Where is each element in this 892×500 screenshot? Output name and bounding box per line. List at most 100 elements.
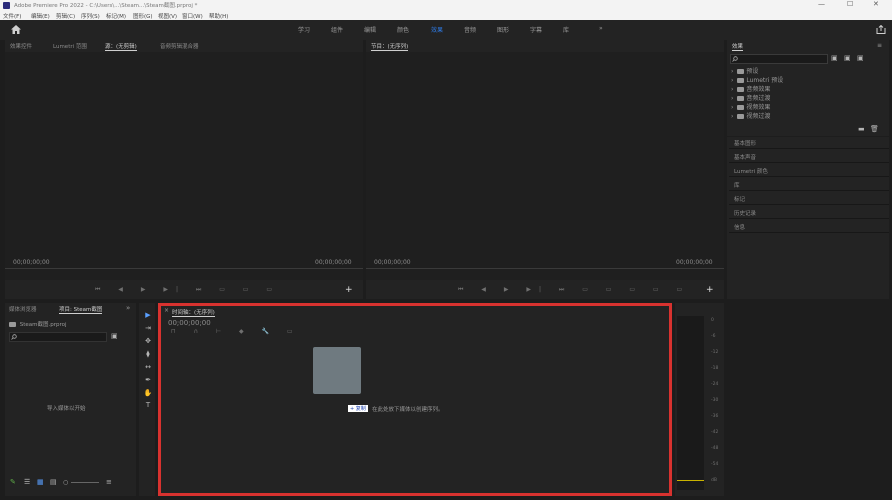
source-video-area: [5, 52, 363, 280]
project-file-name: Steam截图.prproj: [19, 322, 67, 328]
workspace-tab-graphics[interactable]: 图形: [497, 25, 509, 34]
effects-search-input[interactable]: [730, 54, 828, 64]
selection-tool-icon[interactable]: ▶: [143, 311, 153, 319]
menu-view[interactable]: 视图(V): [158, 12, 177, 20]
menu-sequence[interactable]: 序列(S): [81, 12, 100, 20]
track-select-tool-icon[interactable]: ⇥: [143, 324, 153, 332]
effects-tree: › 预设 › Lumetri 预设 › 音频效果 › 音频过渡 › 视频效果 ›…: [731, 66, 783, 120]
razor-tool-icon[interactable]: ⧫: [143, 350, 153, 358]
source-monitor-panel: 效果控件 Lumetri 范围 源：(无剪辑) 音频剪辑混合器 00;00;00…: [5, 40, 363, 299]
program-timecode-left[interactable]: 00;00;00;00: [374, 259, 411, 266]
workspace-tab-audio[interactable]: 音频: [464, 25, 476, 34]
effects-menu-icon[interactable]: ≡: [877, 42, 882, 49]
panel-history[interactable]: 历史记录: [734, 209, 756, 217]
program-add-button[interactable]: +: [706, 285, 714, 295]
list-view-icon[interactable]: ☰: [24, 478, 30, 486]
source-timecode-left[interactable]: 00;00;00;00: [13, 259, 50, 266]
workspace-tab-assembly[interactable]: 组件: [331, 25, 343, 34]
premiere-logo-icon: [3, 2, 10, 9]
project-file-row: Steam截图.prproj: [9, 320, 67, 328]
project-bottom-toolbar: ✎ ☰ ▦ ▤ ○ ≡: [5, 478, 136, 492]
pen-tool-icon[interactable]: ✒: [143, 376, 153, 384]
source-transport-controls[interactable]: ⏮ ◀ ▶ ▶| ⏭ ▭ ▭ ▭: [95, 286, 280, 294]
menu-window[interactable]: 窗口(W): [182, 12, 203, 20]
project-search-input[interactable]: [9, 332, 107, 342]
type-tool-icon[interactable]: T: [143, 401, 153, 409]
menu-clip[interactable]: 剪辑(C): [56, 12, 75, 20]
tab-effect-controls[interactable]: 效果控件: [10, 42, 32, 50]
menu-edit[interactable]: 编辑(E): [31, 12, 50, 20]
workspace-tab-color[interactable]: 颜色: [397, 25, 409, 34]
workspace-tab-effects[interactable]: 效果: [431, 25, 443, 34]
effects-tree-item[interactable]: › 音频过渡: [731, 93, 783, 102]
tab-project[interactable]: 项目: Steam截图: [59, 305, 103, 314]
new-bin-icon[interactable]: ▣: [831, 54, 838, 62]
tab-source[interactable]: 源：(无剪辑): [105, 42, 137, 51]
effects-tree-item[interactable]: › 视频效果: [731, 102, 783, 111]
menu-help[interactable]: 帮助(H): [209, 12, 228, 20]
minimize-button[interactable]: —: [818, 0, 825, 8]
panel-markers[interactable]: 标记: [734, 195, 745, 203]
menu-file[interactable]: 文件(F): [3, 12, 21, 20]
panel-essential-sound[interactable]: 基本声音: [734, 153, 756, 161]
workspace-tab-editing[interactable]: 编辑: [364, 25, 376, 34]
program-transport-controls[interactable]: ⏮ ◀ ▶ ▶| ⏭ ▭ ▭ ▭ ▭ ▭: [458, 286, 690, 294]
slip-tool-icon[interactable]: ↔: [143, 363, 153, 371]
source-timecode-right: 00;00;00;00: [315, 259, 352, 266]
source-add-button[interactable]: +: [345, 285, 353, 295]
zoom-slider-track[interactable]: [71, 482, 99, 483]
title-bar: Adobe Premiere Pro 2022 - C:\Users\...\S…: [0, 0, 892, 11]
workspace-tab-captions[interactable]: 字幕: [530, 25, 542, 34]
search-icon: [732, 56, 738, 62]
workspace-tab-libraries[interactable]: 库: [563, 25, 569, 34]
panel-info[interactable]: 信息: [734, 223, 745, 231]
write-lock-icon[interactable]: ✎: [10, 478, 16, 486]
new-bin-folder-icon[interactable]: ▣: [111, 332, 118, 340]
program-time-ruler[interactable]: [366, 268, 724, 269]
panel-libraries[interactable]: 库: [734, 181, 740, 189]
maximize-button[interactable]: ☐: [847, 0, 853, 8]
project-panel: 媒体浏览器 项目: Steam截图 » Steam截图.prproj ▣ 导入媒…: [5, 303, 136, 496]
home-icon[interactable]: [11, 25, 21, 34]
icon-view-icon[interactable]: ▦: [37, 478, 44, 486]
tab-audio-clip-mixer[interactable]: 音频剪辑混合器: [160, 42, 199, 50]
freeform-view-icon[interactable]: ▤: [50, 478, 57, 486]
program-timecode-right: 00;00;00;00: [676, 259, 713, 266]
source-time-ruler[interactable]: [5, 268, 363, 269]
highlight-box: [158, 303, 672, 496]
tab-program[interactable]: 节目：(无序列): [371, 42, 409, 51]
tab-media-browser[interactable]: 媒体浏览器: [9, 305, 37, 313]
ripple-edit-tool-icon[interactable]: ✥: [143, 337, 153, 345]
panel-lumetri-color[interactable]: Lumetri 颜色: [734, 167, 768, 175]
menu-markers[interactable]: 标记(M): [106, 12, 126, 20]
effects-tree-item[interactable]: › 音频效果: [731, 84, 783, 93]
project-more-button[interactable]: »: [126, 304, 130, 312]
workspace-more-button[interactable]: »: [599, 25, 603, 32]
workspace-bar: 学习 组件 编辑 颜色 效果 音频 图形 字幕 库 »: [0, 20, 892, 40]
accelerated-effects-icon[interactable]: ▣: [844, 54, 851, 62]
program-monitor-panel: 节目：(无序列) 00;00;00;00 00;00;00;00 ⏮ ◀ ▶ ▶…: [366, 40, 724, 299]
hand-tool-icon[interactable]: ✋: [143, 389, 153, 397]
yuv-effects-icon[interactable]: ▣: [857, 54, 864, 62]
panel-essential-graphics[interactable]: 基本图形: [734, 139, 756, 147]
close-button[interactable]: ✕: [873, 0, 879, 8]
effects-tree-item[interactable]: › 视频过渡: [731, 111, 783, 120]
window-title: Adobe Premiere Pro 2022 - C:\Users\...\S…: [14, 3, 198, 9]
search-icon: [11, 334, 17, 340]
audio-meter-bar: [677, 316, 704, 490]
effects-tree-item[interactable]: › 预设: [731, 66, 783, 75]
workspace-tab-learn[interactable]: 学习: [298, 25, 310, 34]
delete-custom-item-icon[interactable]: 🗑: [870, 125, 879, 133]
project-empty-text: 导入媒体以开始: [47, 406, 86, 412]
new-custom-bin-icon[interactable]: ▬: [858, 125, 865, 133]
export-icon[interactable]: [876, 25, 886, 34]
effects-panel-title[interactable]: 效果: [732, 42, 744, 51]
effects-panel: 效果 ≡ ▣ ▣ ▣ › 预设 › Lumetri 预设 › 音频效果 › 音频…: [727, 40, 889, 136]
zoom-slider-handle[interactable]: ○: [63, 479, 68, 486]
effects-tree-item[interactable]: › Lumetri 预设: [731, 75, 783, 84]
sort-icons-icon[interactable]: ≡: [106, 478, 112, 486]
audio-meter-peak: [677, 480, 704, 481]
menu-graphics[interactable]: 图形(G): [133, 12, 153, 20]
tab-lumetri-scopes[interactable]: Lumetri 范围: [53, 42, 87, 50]
program-video-area: [366, 52, 724, 280]
